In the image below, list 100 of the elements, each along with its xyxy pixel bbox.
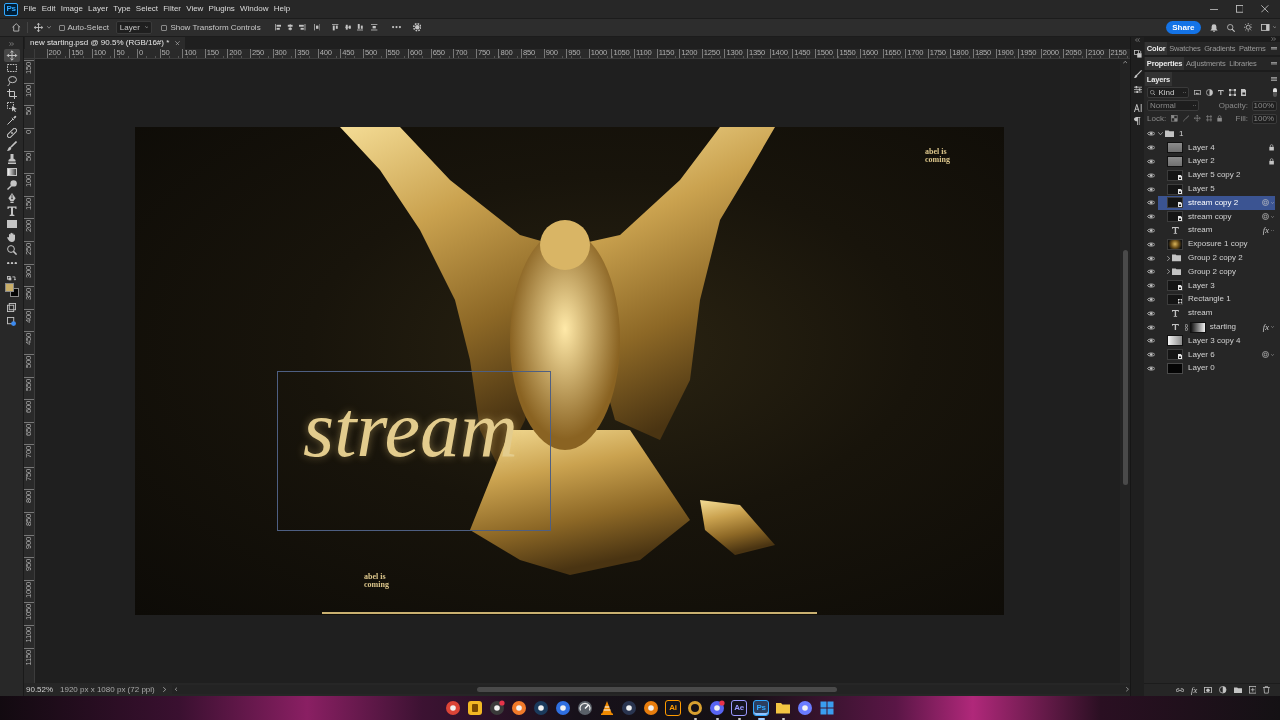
caret-icon[interactable] bbox=[1272, 26, 1276, 29]
zoom-percentage[interactable]: 90.52% bbox=[26, 685, 58, 694]
layer-row[interactable]: Layer 2 bbox=[1158, 154, 1275, 169]
expand-icon[interactable] bbox=[9, 42, 14, 46]
eye-icon[interactable] bbox=[1146, 227, 1156, 233]
hand-icon[interactable] bbox=[7, 232, 16, 242]
eye-icon[interactable] bbox=[1146, 186, 1156, 192]
align-center-icon[interactable] bbox=[287, 24, 294, 31]
round-app-icon[interactable] bbox=[555, 700, 571, 716]
layer-row[interactable]: Layer 5 copy 2 bbox=[1158, 168, 1275, 183]
menu-item[interactable]: File bbox=[21, 4, 40, 14]
menu-icon[interactable] bbox=[1271, 46, 1277, 51]
eye-icon[interactable] bbox=[1146, 283, 1156, 289]
auto-select-checkbox[interactable] bbox=[58, 24, 65, 31]
shape-filter-icon[interactable] bbox=[1228, 89, 1236, 96]
layer-row[interactable]: Layer 3 bbox=[1158, 278, 1275, 293]
four-squares-icon[interactable] bbox=[819, 700, 835, 716]
menu-item[interactable]: Image bbox=[58, 4, 86, 14]
align-right-icon[interactable] bbox=[299, 24, 306, 31]
target-dropdown[interactable]: Layer bbox=[115, 21, 153, 34]
eye-icon[interactable] bbox=[1146, 296, 1156, 302]
lock-transparency-icon[interactable] bbox=[1171, 115, 1178, 122]
ring-app-icon[interactable] bbox=[687, 700, 703, 716]
folder-icon[interactable] bbox=[1233, 686, 1242, 694]
caret-icon[interactable] bbox=[46, 26, 51, 29]
gradient-icon[interactable] bbox=[6, 168, 17, 176]
round-app-icon[interactable] bbox=[643, 700, 659, 716]
paragraph-icon[interactable] bbox=[1134, 117, 1141, 126]
eye-icon[interactable] bbox=[1146, 158, 1156, 165]
app-logo-tile[interactable]: Ae bbox=[731, 700, 747, 716]
filter-toggle[interactable] bbox=[1273, 88, 1277, 97]
round-app-icon[interactable] bbox=[533, 700, 549, 716]
round-app-icon[interactable] bbox=[511, 700, 527, 716]
settings-icon[interactable] bbox=[412, 23, 422, 32]
share-button[interactable]: Share bbox=[1166, 21, 1201, 34]
foreground-color-swatch[interactable] bbox=[4, 282, 14, 292]
swap-colors-icon[interactable] bbox=[7, 275, 16, 281]
align-middle-icon[interactable] bbox=[344, 24, 351, 31]
scrollbar-thumb[interactable] bbox=[477, 687, 838, 692]
image-filter-icon[interactable] bbox=[1194, 89, 1201, 96]
ellipsis-icon[interactable] bbox=[6, 261, 17, 265]
layer-row[interactable]: Layer 4 bbox=[1158, 140, 1275, 155]
pen-nib-icon[interactable] bbox=[7, 193, 16, 203]
menu-icon[interactable] bbox=[1271, 61, 1277, 66]
search-icon[interactable] bbox=[1226, 23, 1235, 32]
menu-item[interactable]: Filter bbox=[160, 4, 184, 14]
move-icon[interactable] bbox=[3, 48, 20, 62]
menu-item[interactable]: Edit bbox=[39, 4, 59, 14]
eye-icon[interactable] bbox=[1146, 131, 1156, 137]
layer-row[interactable]: stream copy 2 bbox=[1158, 196, 1275, 210]
layer-row[interactable]: Rectangle 1 bbox=[1158, 292, 1275, 307]
gauge-icon[interactable] bbox=[577, 700, 593, 716]
layer-row[interactable]: starting fx bbox=[1158, 320, 1275, 334]
maximize-icon[interactable] bbox=[1235, 5, 1244, 13]
layer-row[interactable]: stream bbox=[1158, 306, 1275, 321]
quick-mask-icon[interactable] bbox=[7, 316, 16, 326]
minimize-icon[interactable] bbox=[1209, 8, 1218, 10]
transform-controls-checkbox[interactable] bbox=[161, 24, 168, 31]
app-logo-tile[interactable]: Ps bbox=[753, 700, 769, 716]
caret-icon[interactable] bbox=[1126, 687, 1129, 692]
lollipop-icon[interactable] bbox=[6, 180, 17, 190]
vertical-scrollbar[interactable] bbox=[1120, 59, 1130, 683]
adjustment-filter-icon[interactable] bbox=[1206, 89, 1213, 96]
bell-icon[interactable] bbox=[1209, 23, 1218, 32]
trash-icon[interactable] bbox=[1263, 686, 1270, 694]
panel-layout-icon[interactable] bbox=[1261, 24, 1270, 31]
scrollbar-thumb[interactable] bbox=[1122, 249, 1128, 485]
screen-mode-icon[interactable] bbox=[7, 302, 16, 312]
eye-icon[interactable] bbox=[1146, 310, 1156, 316]
menu-item[interactable]: View bbox=[183, 4, 206, 14]
sliders-icon[interactable] bbox=[1133, 86, 1142, 94]
round-app-icon[interactable] bbox=[445, 700, 461, 716]
dashed-rectangle-icon[interactable] bbox=[6, 64, 17, 72]
eye-icon[interactable] bbox=[1146, 214, 1156, 220]
menu-item[interactable]: Layer bbox=[85, 4, 111, 14]
layer-row[interactable]: Group 2 copy bbox=[1158, 264, 1275, 279]
eye-icon[interactable] bbox=[1146, 255, 1156, 261]
caret-icon[interactable] bbox=[1271, 326, 1274, 328]
caret-icon[interactable] bbox=[1271, 215, 1274, 218]
align-top-icon[interactable] bbox=[332, 24, 339, 31]
selection-cursor-icon[interactable] bbox=[6, 102, 17, 112]
menu-item[interactable]: Select bbox=[133, 4, 161, 14]
eye-icon[interactable] bbox=[1146, 352, 1156, 358]
collapse-icon[interactable] bbox=[1135, 38, 1140, 42]
adjustment-icon[interactable] bbox=[1219, 686, 1227, 694]
document-tab[interactable]: new starting.psd @ 90.5% (RGB/16#) * bbox=[25, 37, 186, 49]
layer-row[interactable]: stream copy bbox=[1158, 209, 1275, 224]
layer-row[interactable]: stream fx bbox=[1158, 223, 1275, 238]
caret-icon[interactable] bbox=[1167, 255, 1170, 261]
bandage-icon[interactable] bbox=[6, 128, 17, 138]
folder-icon[interactable] bbox=[775, 700, 791, 716]
ellipsis-icon[interactable] bbox=[391, 26, 401, 29]
close-icon[interactable] bbox=[175, 40, 181, 46]
round-app-icon[interactable] bbox=[621, 700, 637, 716]
round-app-icon[interactable] bbox=[797, 700, 813, 716]
lasso-icon[interactable] bbox=[6, 76, 17, 86]
stamp-icon[interactable] bbox=[6, 154, 17, 164]
type-filter-icon[interactable] bbox=[1218, 89, 1224, 96]
close-icon[interactable] bbox=[1261, 5, 1269, 13]
crop-icon[interactable] bbox=[6, 89, 17, 99]
